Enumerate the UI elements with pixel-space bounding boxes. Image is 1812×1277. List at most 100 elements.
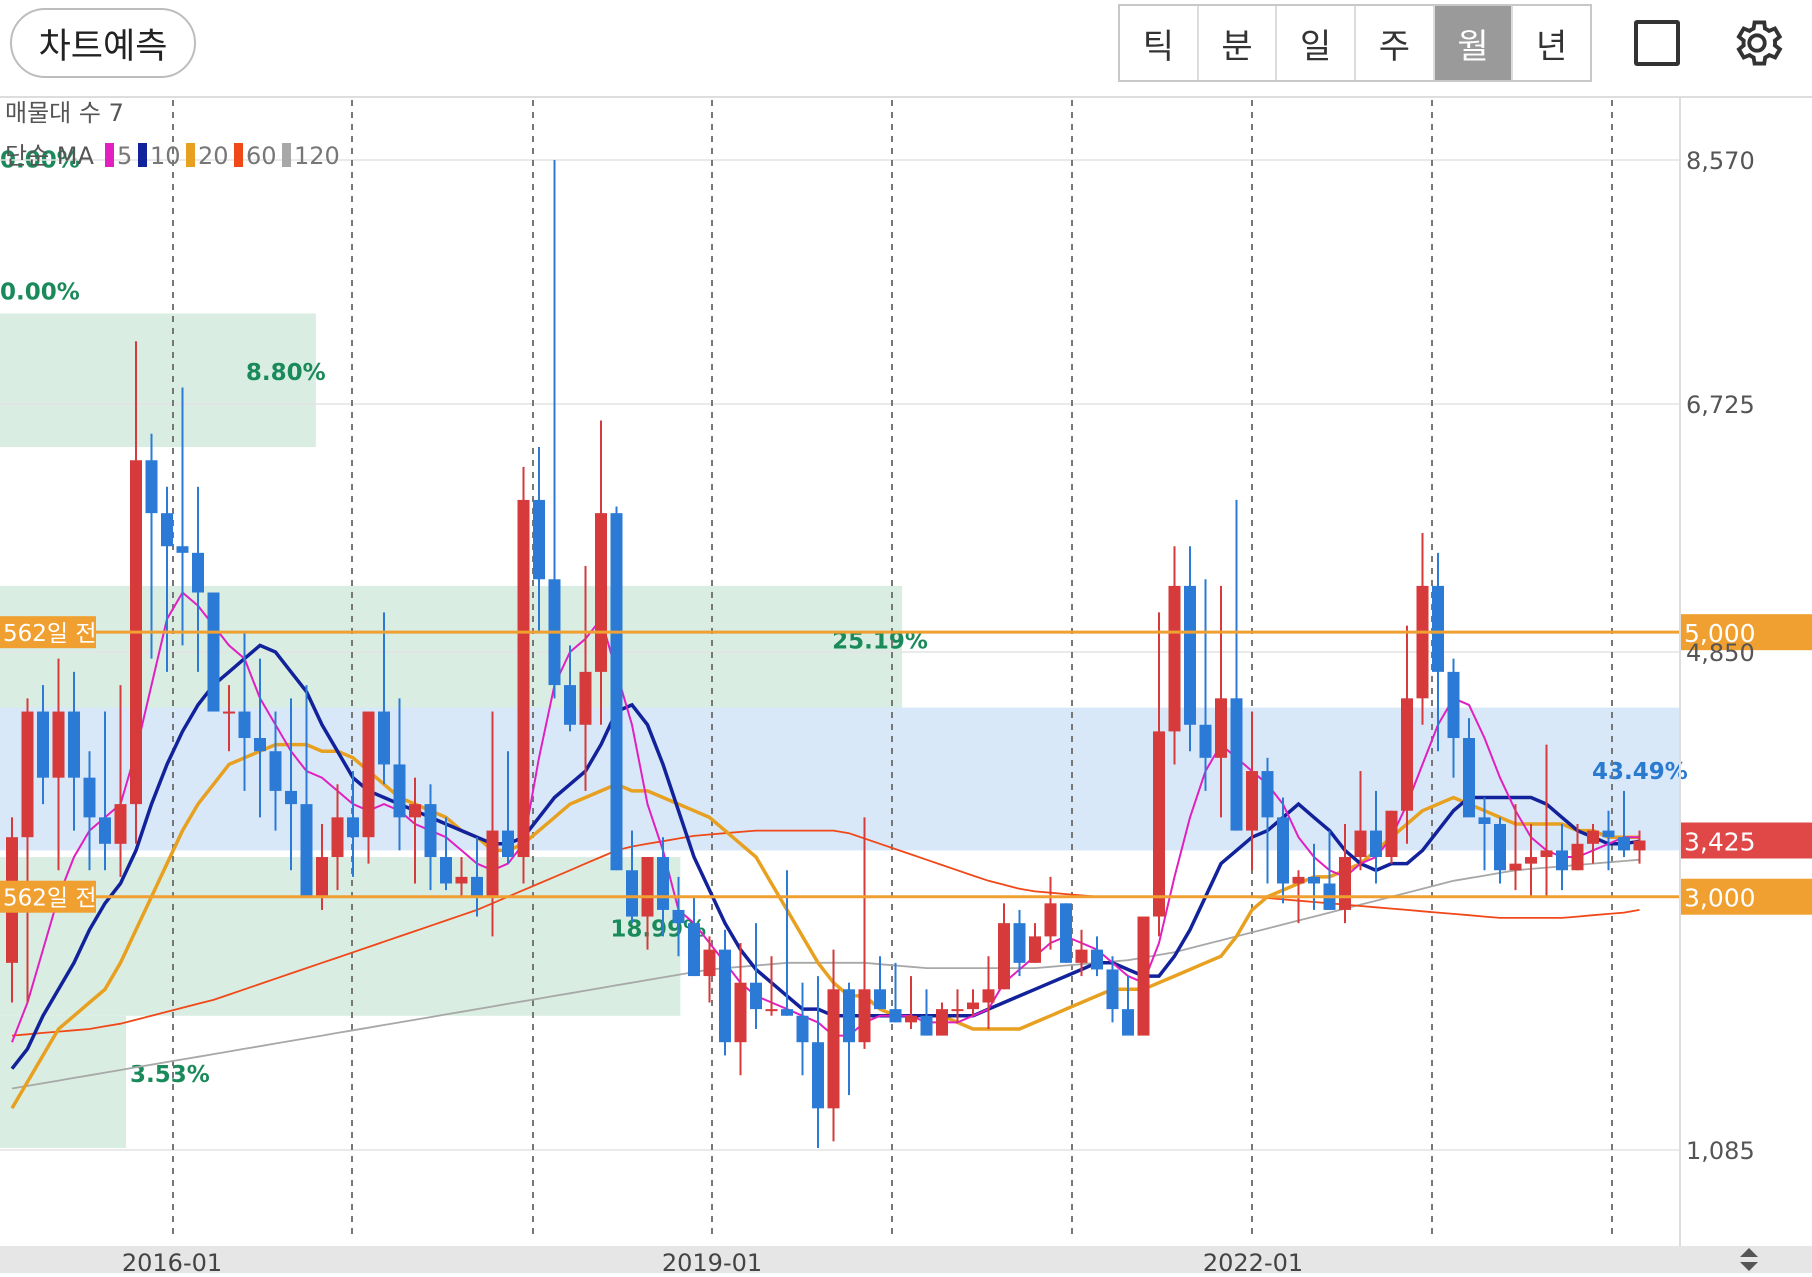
fullscreen-square-icon[interactable] xyxy=(1634,20,1680,66)
candle-body xyxy=(1525,857,1537,864)
candle-body xyxy=(99,817,111,844)
period-selector: 틱 분 일 주 월 년 xyxy=(1118,4,1592,82)
candle-body xyxy=(1013,923,1026,963)
period-tab-tick[interactable]: 틱 xyxy=(1120,6,1199,80)
candle-body xyxy=(626,870,638,917)
gear-icon[interactable] xyxy=(1728,14,1786,72)
candle-body xyxy=(1571,843,1584,871)
candle-body xyxy=(1230,698,1243,831)
candle-body xyxy=(83,777,96,818)
candle-body xyxy=(905,1015,917,1023)
candle-body xyxy=(1339,857,1351,910)
y-tick-label: 1,085 xyxy=(1686,1137,1755,1165)
candle-body xyxy=(1416,585,1429,699)
ma-legend-label: 10 xyxy=(150,142,181,170)
candle-body xyxy=(1153,731,1165,917)
candle-body xyxy=(657,857,669,910)
candle-body xyxy=(750,982,762,1010)
ma-legend-label: 120 xyxy=(294,142,340,170)
candle-body xyxy=(827,989,840,1109)
candle-body xyxy=(1432,585,1444,672)
y-tick-label: 6,725 xyxy=(1686,391,1755,419)
candle-body xyxy=(517,499,530,858)
period-tab-minute[interactable]: 분 xyxy=(1199,6,1278,80)
candle-body xyxy=(409,804,421,818)
candle-body xyxy=(192,552,204,593)
candle-body xyxy=(1292,876,1305,884)
candle-body xyxy=(610,513,623,871)
candle-body xyxy=(1044,903,1057,937)
candle-body xyxy=(331,817,344,858)
candle-body xyxy=(812,1042,824,1109)
candle-body xyxy=(1618,837,1630,851)
candle-body xyxy=(936,1009,948,1036)
candle-body xyxy=(440,857,452,884)
candle-body xyxy=(1633,840,1646,851)
ma-legend-label: 60 xyxy=(246,142,277,170)
candle-body xyxy=(1370,830,1382,858)
candle-body xyxy=(1463,737,1475,818)
candle-body xyxy=(362,711,375,838)
candle-body xyxy=(1168,585,1181,732)
candle-body xyxy=(874,989,886,1010)
candle-body xyxy=(1602,830,1615,838)
x-axis-bar[interactable]: 2016-01 2019-01 2022-01 xyxy=(0,1246,1812,1277)
current-price-label: 3,425 xyxy=(1684,828,1756,857)
candle-body xyxy=(1308,876,1320,884)
volume-band xyxy=(0,707,1680,851)
chart-labels: 매물대 수 7 단순 MA 5 10 20 60 120 xyxy=(5,99,340,170)
candle-body xyxy=(1137,916,1150,1036)
candle-body xyxy=(145,460,158,514)
x-tick-label: 2022-01 xyxy=(1203,1249,1303,1273)
candle-body xyxy=(52,711,65,778)
candle-body xyxy=(1447,671,1460,738)
candle-body xyxy=(796,1015,809,1043)
candle-body xyxy=(641,857,654,917)
candle-body xyxy=(1246,771,1258,831)
candle-body xyxy=(982,989,995,1003)
candle-body xyxy=(1401,698,1413,811)
candle-body xyxy=(471,876,483,897)
volume-band-label: 0.00% xyxy=(0,280,80,306)
candle-body xyxy=(765,1009,778,1012)
candle-body xyxy=(579,671,592,725)
candle-body xyxy=(719,949,731,1043)
x-tick-label: 2016-01 xyxy=(122,1249,222,1273)
candle-body xyxy=(672,909,685,924)
y-tick-label: 4,850 xyxy=(1686,639,1755,667)
scroll-handle-icon[interactable] xyxy=(1734,1246,1764,1273)
y-axis: 8,570 6,725 4,850 1,085 xyxy=(1679,96,1755,1246)
candlestick-chart[interactable]: 8.80%25.19%18.99%43.49%3.53%0.00%0.00% 5… xyxy=(0,96,1812,1246)
candle-body xyxy=(595,513,607,672)
candle-body xyxy=(455,876,468,884)
period-tab-day[interactable]: 일 xyxy=(1277,6,1357,80)
candle-body xyxy=(1060,903,1072,963)
period-tab-week[interactable]: 주 xyxy=(1356,6,1435,80)
candle-body xyxy=(1199,724,1212,758)
candle-body xyxy=(781,1009,793,1016)
candle-body xyxy=(269,751,282,791)
candle-body xyxy=(254,737,266,752)
candle-body xyxy=(316,857,328,897)
candle-body xyxy=(502,830,514,858)
candle-body xyxy=(1556,850,1568,871)
candle-body xyxy=(858,989,871,1043)
price-line-left-label: 562일 전 xyxy=(3,621,97,647)
volume-band-label: 8.80% xyxy=(246,360,326,386)
candle-body xyxy=(1261,771,1274,818)
x-axis: 2016-01 2019-01 2022-01 xyxy=(122,1249,1303,1277)
candle-body xyxy=(207,592,220,712)
candle-body xyxy=(114,804,127,844)
x-tick-label: 2019-01 xyxy=(662,1249,762,1273)
chart-predict-button[interactable]: 차트예측 xyxy=(10,8,196,78)
period-tab-year[interactable]: 년 xyxy=(1513,6,1590,80)
candle-body xyxy=(533,499,545,580)
period-tab-month[interactable]: 월 xyxy=(1434,6,1514,80)
ma-legend-swatch xyxy=(105,143,114,167)
candle-body xyxy=(21,711,34,838)
ma-legend-swatch xyxy=(282,143,291,167)
candle-body xyxy=(1106,969,1119,1010)
volume-band-label: 43.49% xyxy=(1592,759,1688,785)
candle-body xyxy=(1540,850,1553,858)
candle-body xyxy=(161,513,173,547)
